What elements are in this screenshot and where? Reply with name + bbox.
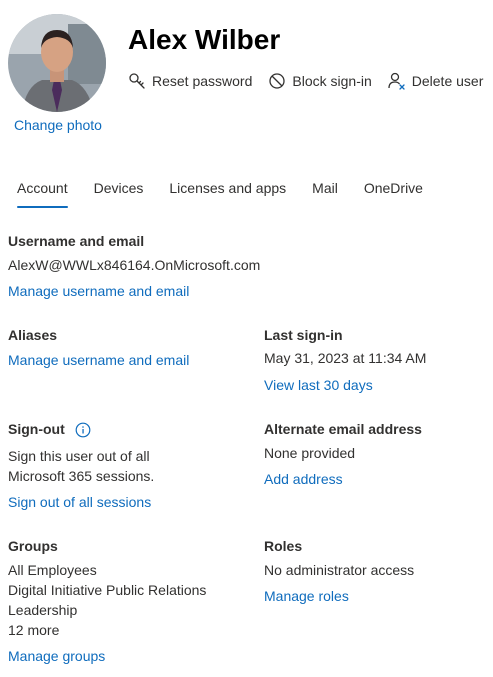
block-signin-button[interactable]: Block sign-in (268, 72, 372, 90)
last-signin-label: Last sign-in (264, 327, 343, 343)
block-icon (269, 73, 286, 89)
manage-roles-link[interactable]: Manage roles (264, 588, 349, 604)
manage-aliases-link[interactable]: Manage username and email (8, 352, 189, 368)
manage-groups-link[interactable]: Manage groups (8, 648, 105, 664)
key-icon (129, 73, 145, 89)
person-delete-icon (388, 72, 405, 90)
delete-user-label: Delete user (411, 73, 484, 89)
user-display-name: Alex Wilber (128, 24, 281, 55)
group-item: Digital Initiative Public Relations (8, 582, 207, 598)
sign-out-all-sessions-link[interactable]: Sign out of all sessions (8, 494, 151, 510)
add-address-link[interactable]: Add address (264, 471, 343, 487)
manage-username-link[interactable]: Manage username and email (8, 283, 189, 299)
aliases-label: Aliases (8, 327, 58, 343)
username-email-value: AlexW@WWLx846164.OnMicrosoft.com (8, 257, 261, 273)
roles-value: No administrator access (264, 562, 415, 578)
delete-user-button[interactable]: Delete user (388, 72, 484, 90)
info-icon[interactable] (75, 422, 91, 438)
tab-devices[interactable]: Devices (85, 178, 153, 208)
tab-account[interactable]: Account (8, 178, 77, 208)
tab-bar: Account Devices Licenses and apps Mail O… (8, 178, 440, 208)
tab-licenses-and-apps[interactable]: Licenses and apps (160, 178, 295, 208)
change-photo-link[interactable]: Change photo (14, 117, 102, 133)
signout-desc-line1: Sign this user out of all (8, 448, 150, 464)
reset-password-label: Reset password (152, 73, 253, 89)
roles-label: Roles (264, 538, 303, 554)
signout-label: Sign-out (8, 421, 65, 437)
avatar[interactable] (8, 14, 106, 112)
groups-label: Groups (8, 538, 58, 554)
groups-more-count: 12 more (8, 622, 60, 638)
reset-password-button[interactable]: Reset password (128, 72, 252, 90)
profile-photo (8, 14, 106, 112)
user-actions: Reset password Block sign-in Delete user (128, 72, 493, 90)
username-email-label: Username and email (8, 233, 145, 249)
alt-email-label: Alternate email address (264, 421, 422, 437)
group-item: Leadership (8, 602, 78, 618)
signout-label-row: Sign-out (8, 421, 91, 438)
group-item: All Employees (8, 562, 97, 578)
alt-email-value: None provided (264, 445, 356, 461)
last-signin-value: May 31, 2023 at 11:34 AM (264, 350, 427, 366)
signout-desc-line2: Microsoft 365 sessions. (8, 468, 155, 484)
tab-mail[interactable]: Mail (303, 178, 347, 208)
view-last-30-days-link[interactable]: View last 30 days (264, 377, 373, 393)
block-signin-label: Block sign-in (292, 73, 372, 89)
tab-onedrive[interactable]: OneDrive (355, 178, 432, 208)
